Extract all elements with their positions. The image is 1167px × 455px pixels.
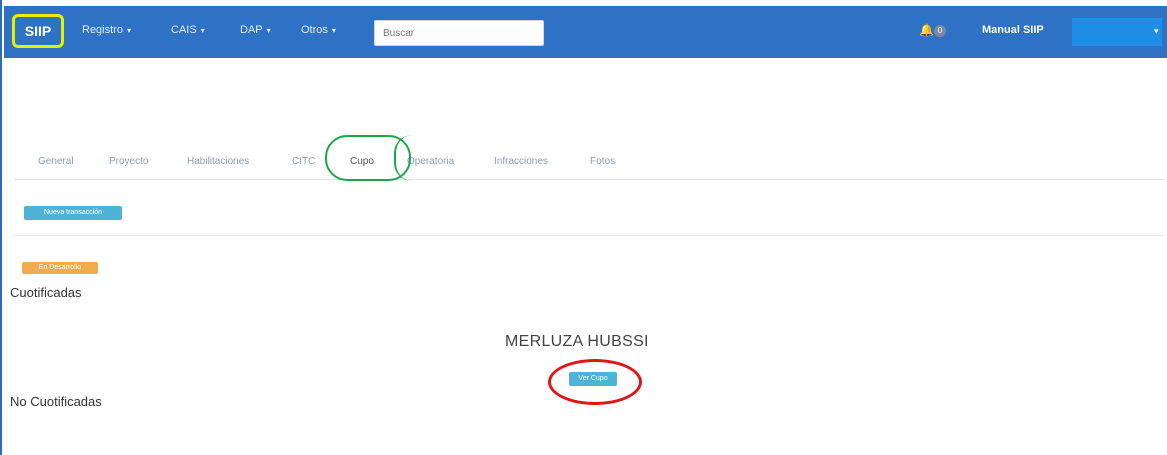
new-transaction-button[interactable]: Nueva transacción [24,206,122,220]
menu-label: Registro [82,24,123,36]
menu-dap[interactable]: DAP ▾ [240,24,271,36]
brand-logo[interactable]: SIIP [12,14,64,48]
caret-down-icon: ▾ [126,26,131,35]
tab-operatoria[interactable]: Operatoria [407,156,454,167]
tab-fotos[interactable]: Fotos [590,156,615,167]
notification-count-badge: 0 [934,25,946,37]
user-caret-down-icon: ▾ [1154,26,1159,36]
search-input[interactable] [374,20,544,46]
divider [14,235,1164,236]
status-badge: En Desarrollo [22,262,98,274]
menu-registro[interactable]: Registro ▾ [82,24,131,36]
caret-down-icon: ▾ [331,26,336,35]
bell-icon[interactable]: 🔔 [919,23,934,37]
menu-label: DAP [240,24,263,36]
page-frame: SIIP Registro▾ CAIS▾ DAP▾ Otros▾ 🔔 0 Man… [0,0,1167,455]
manual-link[interactable]: Manual SIIP [982,24,1044,36]
caret-down-icon: ▾ [266,26,271,35]
tab-habilitaciones[interactable]: Habilitaciones [187,156,249,167]
tab-citc[interactable]: CITC [292,156,315,167]
caret-down-icon: ▾ [200,26,205,35]
tab-bar: General Proyecto Habilitaciones CITC Cup… [14,150,1164,180]
menu-cais[interactable]: CAIS ▾ [171,24,205,36]
tab-infracciones[interactable]: Infracciones [494,156,548,167]
user-menu[interactable] [1072,18,1162,46]
tab-general[interactable]: General [38,156,74,167]
menu-label: Otros [301,24,328,36]
top-navbar: SIIP Registro▾ CAIS▾ DAP▾ Otros▾ 🔔 0 Man… [4,6,1167,58]
menu-otros[interactable]: Otros ▾ [301,24,336,36]
product-name: MERLUZA HUBSSI [505,333,649,350]
section-heading-cuotificadas: Cuotificadas [10,285,82,300]
highlight-red-circle [548,359,642,405]
tab-proyecto[interactable]: Proyecto [109,156,148,167]
section-heading-no-cuotificadas: No Cuotificadas [10,394,102,409]
menu-label: CAIS [171,24,197,36]
